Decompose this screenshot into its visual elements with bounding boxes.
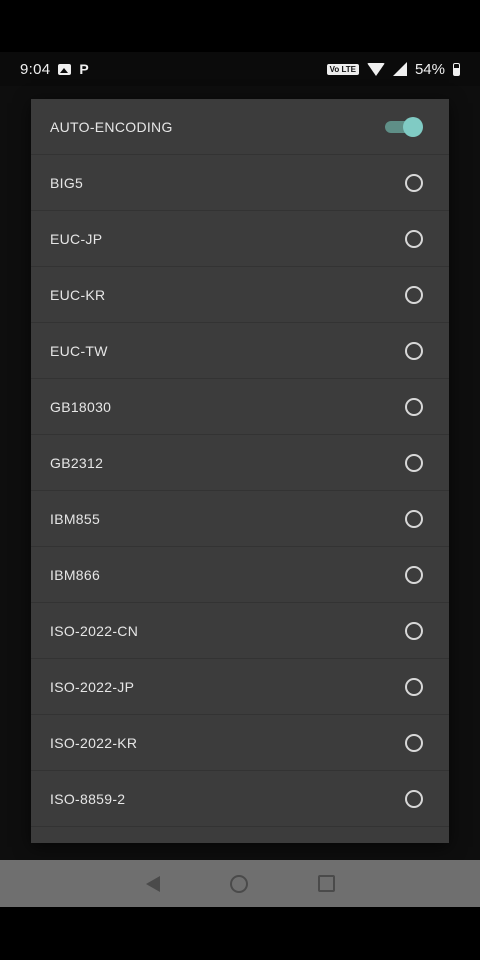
encoding-option[interactable]: EUC-KR (31, 267, 449, 323)
radio-button-icon[interactable] (405, 565, 423, 584)
encoding-option[interactable]: GB18030 (31, 379, 449, 435)
encoding-option-label: GB18030 (50, 398, 112, 415)
volte-badge: Vo LTE (326, 63, 359, 75)
encoding-option-label: ISO-2022-JP (50, 678, 135, 695)
encoding-list: BIG5 EUC-JP EUC-KR EUC-TW GB18030 GB2312 IBM85… (31, 155, 449, 827)
back-icon[interactable] (145, 875, 160, 892)
radio-button-icon[interactable] (405, 677, 423, 696)
encoding-option[interactable]: ISO-2022-CN (31, 603, 449, 659)
wifi-icon (366, 62, 385, 76)
radio-button-icon[interactable] (405, 733, 423, 752)
status-bar: 9:04 P Vo LTE 54% (0, 52, 480, 86)
encoding-option[interactable]: GB2312 (31, 435, 449, 491)
encoding-option[interactable]: EUC-TW (31, 323, 449, 379)
encoding-option-label: BIG5 (50, 174, 84, 191)
toggle-thumb (403, 116, 423, 137)
encoding-option[interactable]: ISO-8859-2 (31, 771, 449, 827)
radio-button-icon[interactable] (405, 453, 423, 472)
status-right: Vo LTE 54% (326, 60, 460, 78)
encoding-option[interactable]: IBM866 (31, 547, 449, 603)
encoding-option-label: EUC-TW (50, 342, 108, 359)
status-left: 9:04 P (20, 61, 89, 78)
radio-button-icon[interactable] (405, 285, 423, 304)
signal-icon (392, 62, 407, 76)
battery-icon (453, 62, 460, 76)
parking-notification-icon: P (79, 61, 89, 77)
auto-encoding-row[interactable]: AUTO-ENCODING (31, 99, 449, 155)
encoding-option-label: ISO-2022-CN (50, 622, 139, 639)
navigation-bar (0, 860, 480, 907)
status-time: 9:04 (20, 60, 51, 78)
encoding-option-label: EUC-KR (50, 286, 106, 303)
radio-button-icon[interactable] (405, 397, 423, 416)
encoding-option-label: IBM866 (50, 566, 101, 583)
encoding-dialog: AUTO-ENCODING BIG5 EUC-JP EUC-KR EUC-TW GB18… (31, 99, 449, 843)
radio-button-icon[interactable] (405, 341, 423, 360)
recents-icon[interactable] (317, 875, 335, 892)
radio-button-icon[interactable] (405, 789, 423, 808)
encoding-option[interactable]: BIG5 (31, 155, 449, 211)
encoding-option[interactable]: IBM855 (31, 491, 449, 547)
bottom-letterbox (0, 907, 480, 960)
radio-button-icon[interactable] (405, 173, 423, 192)
radio-button-icon[interactable] (405, 509, 423, 528)
encoding-option-label: ISO-8859-2 (50, 790, 126, 807)
encoding-option[interactable]: EUC-JP (31, 211, 449, 267)
encoding-option[interactable]: ISO-2022-KR (31, 715, 449, 771)
top-letterbox (0, 0, 480, 52)
encoding-option-label: GB2312 (50, 454, 104, 471)
encoding-option-label: ISO-2022-KR (50, 734, 138, 751)
auto-encoding-label: AUTO-ENCODING (50, 118, 173, 135)
encoding-option-label: EUC-JP (50, 230, 103, 247)
encoding-option[interactable]: ISO-2022-JP (31, 659, 449, 715)
radio-button-icon[interactable] (405, 229, 423, 248)
encoding-option-label: IBM855 (50, 510, 101, 527)
battery-percent: 54% (414, 60, 445, 78)
radio-button-icon[interactable] (405, 621, 423, 640)
gallery-notification-icon (58, 63, 72, 75)
home-icon[interactable] (229, 874, 248, 893)
auto-encoding-toggle[interactable] (385, 116, 423, 137)
